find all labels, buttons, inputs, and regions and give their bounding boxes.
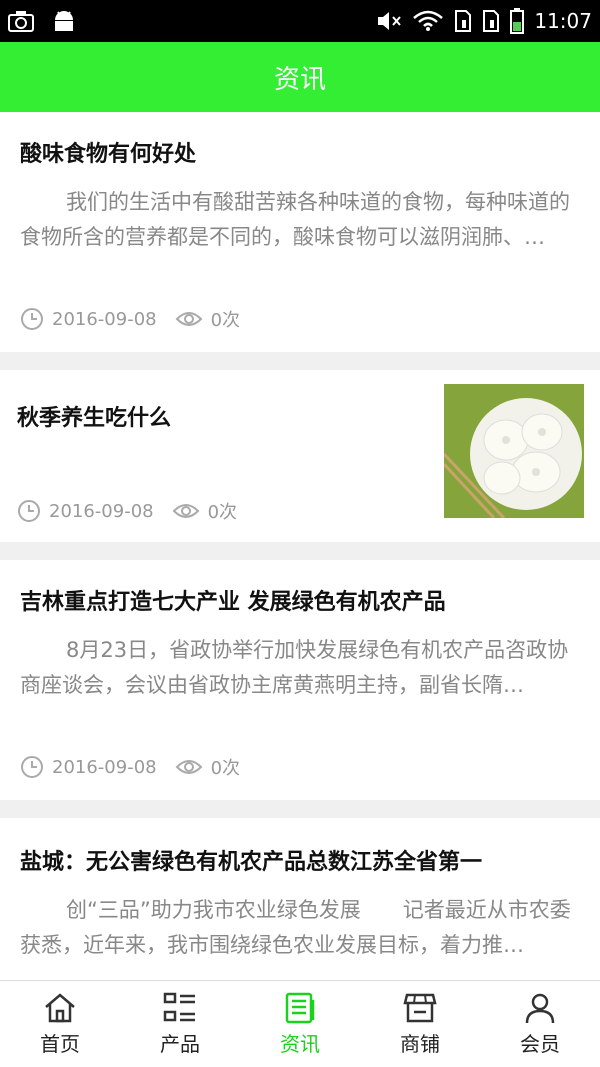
eye-icon (172, 501, 200, 521)
home-icon (45, 992, 75, 1022)
tab-label: 产品 (160, 1031, 200, 1056)
news-date: 2016-09-08 (52, 756, 157, 778)
sim-icon (455, 10, 472, 32)
app-header: 资讯 (0, 42, 600, 112)
camera-icon (8, 11, 34, 32)
news-title: 秋季养生吃什么 (17, 406, 172, 431)
news-item[interactable]: 盐城：无公害绿色有机农产品总数江苏全省第一 创“三品”助力我市农业绿色发展 记者… (0, 818, 600, 980)
eye-icon (175, 309, 203, 329)
tab-label: 首页 (40, 1031, 80, 1056)
news-views: 0次 (210, 310, 241, 331)
news-meta: 2016-09-08 0次 (20, 754, 240, 780)
news-summary: 8月23日，省政协举行加快发展绿色有机农产品咨政协商座谈会，会议由省政协主席黄燕… (20, 638, 569, 697)
news-date: 2016-09-08 (52, 308, 157, 330)
news-title: 盐城：无公害绿色有机农产品总数江苏全省第一 (20, 850, 483, 875)
tab-label: 会员 (520, 1031, 560, 1056)
tab-news[interactable]: 资讯 (240, 981, 360, 1067)
news-icon (285, 992, 315, 1023)
news-title: 酸味食物有何好处 (20, 142, 197, 167)
tab-shops[interactable]: 商铺 (360, 981, 480, 1067)
tab-products[interactable]: 产品 (120, 981, 240, 1067)
news-meta: 2016-09-08 0次 (17, 498, 237, 524)
news-list[interactable]: 酸味食物有何好处 我们的生活中有酸甜苦辣各种味道的食物，每种味道的食物所含的营养… (0, 112, 600, 980)
android-icon (55, 11, 73, 31)
tab-home[interactable]: 首页 (0, 981, 120, 1067)
news-summary: 我们的生活中有酸甜苦辣各种味道的食物，每种味道的食物所含的营养都是不同的，酸味食… (20, 190, 570, 249)
status-bar: 11:07 (0, 0, 600, 42)
list-icon (163, 992, 195, 1021)
shop-icon (403, 993, 437, 1022)
page-title: 资讯 (273, 64, 326, 95)
news-meta: 2016-09-08 0次 (20, 306, 240, 332)
news-views: 0次 (210, 758, 241, 779)
sim-icon (483, 10, 500, 32)
news-summary: 创“三品”助力我市农业绿色发展 记者最近从市农委获悉，近年来，我市围绕绿色农业发… (20, 898, 571, 957)
status-time: 11:07 (534, 9, 592, 33)
clock-icon (20, 755, 44, 779)
news-item[interactable]: 酸味食物有何好处 我们的生活中有酸甜苦辣各种味道的食物，每种味道的食物所含的营养… (0, 112, 600, 352)
battery-icon (510, 8, 525, 34)
eye-icon (175, 757, 203, 777)
news-item[interactable]: 秋季养生吃什么 2016-09-08 0次 (0, 370, 600, 542)
tab-label: 资讯 (280, 1031, 320, 1056)
news-title: 吉林重点打造七大产业 发展绿色有机农产品 (20, 590, 446, 615)
news-thumbnail[interactable] (444, 384, 584, 518)
mute-icon (378, 12, 402, 30)
tab-label: 商铺 (400, 1031, 440, 1056)
tab-member[interactable]: 会员 (480, 981, 600, 1067)
news-item[interactable]: 吉林重点打造七大产业 发展绿色有机农产品 8月23日，省政协举行加快发展绿色有机… (0, 560, 600, 800)
user-icon (525, 993, 555, 1023)
bottom-tab-bar: 首页 产品 资讯 商铺 会员 (0, 980, 600, 1067)
clock-icon (20, 307, 44, 331)
clock-icon (17, 499, 41, 523)
wifi-icon (413, 10, 444, 31)
news-date: 2016-09-08 (49, 500, 154, 522)
news-views: 0次 (207, 502, 238, 523)
